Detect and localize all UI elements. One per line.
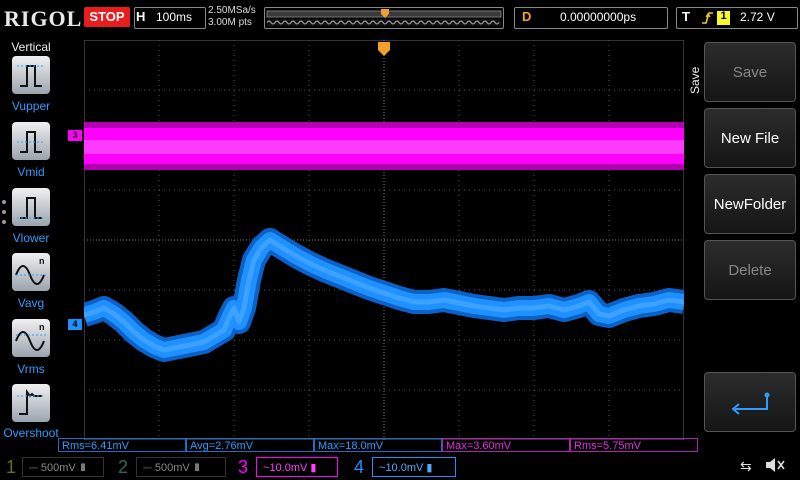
vavg-button[interactable]: n: [12, 253, 50, 291]
ch3-number: 3: [238, 457, 249, 477]
trigger-position-strip[interactable]: [264, 7, 504, 29]
vupper-icon: [17, 65, 45, 87]
ch2-scale: 500mV: [154, 462, 190, 474]
trigger-source: 1: [720, 10, 727, 22]
delete-button[interactable]: Delete: [704, 240, 796, 300]
overshoot-icon: [17, 389, 45, 415]
trigger-label: T: [682, 9, 690, 24]
trigger-box[interactable]: [676, 7, 798, 29]
vmid-button[interactable]: [12, 122, 50, 160]
ch2-number: 2: [118, 457, 129, 477]
vrms-icon: n: [15, 322, 46, 351]
vrms-label: Vrms: [17, 362, 45, 376]
vlower-label: Vlower: [12, 231, 50, 245]
vertical-menu-title: Vertical: [11, 40, 51, 54]
sample-rate: 2.50MSa/s: [208, 5, 256, 16]
save-menu-title: Save: [688, 66, 702, 94]
delay-value: 0.00000000ps: [560, 10, 637, 24]
memory-depth: 3.00M pts: [208, 17, 252, 28]
svg-text:n: n: [39, 256, 45, 266]
waveform-overview-icon: [266, 9, 502, 26]
measurement-max-ch4[interactable]: Max=18.0mV: [314, 438, 442, 452]
new-file-button[interactable]: New File: [704, 108, 796, 168]
run-stop-indicator[interactable]: STOP: [84, 7, 130, 27]
enter-button[interactable]: [704, 372, 796, 432]
overshoot-button[interactable]: [12, 384, 50, 422]
timebase-value: 100ms: [156, 10, 193, 24]
vavg-label: Vavg: [17, 296, 45, 310]
ch3-scale: 10.0mV: [269, 462, 308, 474]
panel-scroll-indicator[interactable]: [2, 200, 6, 224]
waveform-display[interactable]: [84, 40, 684, 440]
measurement-max-ch3[interactable]: Max=3.60mV: [442, 438, 570, 452]
trigger-level: 2.72 V: [740, 10, 775, 24]
vrms-button[interactable]: n: [12, 319, 50, 357]
vmid-icon: [17, 131, 45, 153]
vupper-button[interactable]: [12, 56, 50, 94]
trigger-position-letter: T: [299, 43, 305, 53]
ch2-scale-box[interactable]: ⎓ 500mV ▮: [136, 457, 226, 477]
vmid-label: Vmid: [17, 165, 45, 179]
ch4-scale: 10.0mV: [385, 462, 424, 474]
ch4-level-marker[interactable]: 4: [68, 319, 82, 330]
ch3-scale-box[interactable]: ~10.0mV ▮: [256, 457, 338, 477]
sound-muted-icon[interactable]: [764, 456, 786, 479]
measurement-avg-ch4[interactable]: Avg=2.76mV: [186, 438, 314, 452]
vlower-icon: [17, 197, 45, 219]
ch1-scale: 500mV: [40, 462, 76, 474]
ch4-number: 4: [354, 457, 365, 477]
measurement-rms-ch3[interactable]: Rms=5.75mV: [570, 438, 698, 452]
new-folder-button[interactable]: NewFolder: [704, 174, 796, 234]
save-button[interactable]: Save: [704, 42, 796, 102]
ch4-scale-box[interactable]: ~10.0mV ▮: [372, 457, 456, 477]
overshoot-label: Overshoot: [3, 426, 59, 440]
ch3-level-marker[interactable]: 3: [68, 130, 82, 141]
usb-icon: ⇆: [740, 458, 752, 474]
ch1-scale-box[interactable]: ⎓ 500mV ▮: [22, 457, 104, 477]
vlower-button[interactable]: [12, 188, 50, 226]
brand-logo: RIGOL: [4, 6, 83, 31]
sample-rate-readout: 2.50MSa/s 3.00M pts: [208, 5, 256, 29]
ch1-number: 1: [6, 457, 17, 477]
enter-return-icon: [731, 392, 770, 415]
vavg-icon: n: [15, 256, 46, 285]
horizontal-label: H: [136, 9, 146, 24]
vupper-label: Vupper: [11, 99, 51, 113]
measurement-rms-ch4[interactable]: Rms=6.41mV: [58, 438, 186, 452]
delay-label: D: [522, 9, 532, 24]
svg-text:n: n: [39, 322, 45, 332]
